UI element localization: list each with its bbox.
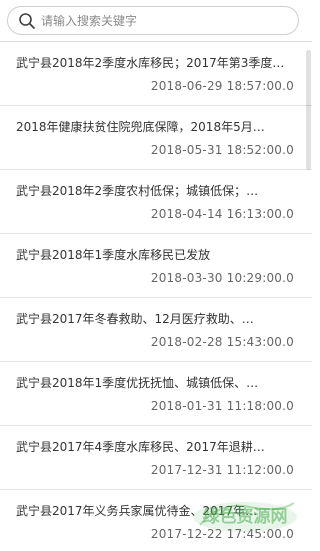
search-input[interactable] xyxy=(41,11,291,31)
scrollbar[interactable] xyxy=(304,42,312,551)
list-item[interactable]: 武宁县2018年1季度水库移民已发放 2018-03-30 10:29:00.0 xyxy=(0,234,312,298)
list-item[interactable]: 武宁县2018年2季度农村低保；城镇低保；… 2018-04-14 16:13:… xyxy=(0,170,312,234)
news-title: 武宁县2018年1季度优抚抚恤、城镇低保、… xyxy=(16,376,259,390)
news-title: 武宁县2017年义务兵家属优待金、2017年… xyxy=(16,504,258,518)
news-date: 2017-12-22 17:45:00.0 xyxy=(150,527,294,541)
list-item[interactable]: 武宁县2017年义务兵家属优待金、2017年… 2017-12-22 17:45… xyxy=(0,490,312,551)
news-title: 武宁县2018年2季度农村低保；城镇低保；… xyxy=(16,184,259,198)
news-date: 2018-03-30 10:29:00.0 xyxy=(150,271,294,285)
news-date: 2018-05-31 18:52:00.0 xyxy=(150,143,294,157)
search-icon xyxy=(19,13,35,29)
news-date: 2018-01-31 11:18:00.0 xyxy=(150,399,294,413)
news-list: 武宁县2018年2季度水库移民；2017年第3季度… 2018-06-29 18… xyxy=(0,42,312,551)
news-title: 武宁县2017年4季度水库移民、2017年退耕… xyxy=(16,440,265,454)
news-date: 2018-06-29 18:57:00.0 xyxy=(150,79,294,93)
search-box[interactable] xyxy=(7,6,299,35)
news-title: 武宁县2018年2季度水库移民；2017年第3季度… xyxy=(16,56,285,70)
news-date: 2018-02-28 15:43:00.0 xyxy=(150,335,294,349)
news-title: 武宁县2018年1季度水库移民已发放 xyxy=(16,248,211,262)
news-date: 2018-04-14 16:13:00.0 xyxy=(150,207,294,221)
list-item[interactable]: 武宁县2018年2季度水库移民；2017年第3季度… 2018-06-29 18… xyxy=(0,42,312,106)
news-date: 2017-12-31 11:12:00.0 xyxy=(150,463,294,477)
search-bar xyxy=(0,0,312,42)
list-item[interactable]: 2018年健康扶贫住院兜底保障，2018年5月… 2018-05-31 18:5… xyxy=(0,106,312,170)
list-item[interactable]: 武宁县2017年4季度水库移民、2017年退耕… 2017-12-31 11:1… xyxy=(0,426,312,490)
scrollbar-thumb[interactable] xyxy=(306,50,311,170)
list-item[interactable]: 武宁县2017年冬春救助、12月医疗救助、… 2018-02-28 15:43:… xyxy=(0,298,312,362)
news-title: 武宁县2017年冬春救助、12月医疗救助、… xyxy=(16,312,254,326)
news-title: 2018年健康扶贫住院兜底保障，2018年5月… xyxy=(16,120,265,134)
list-item[interactable]: 武宁县2018年1季度优抚抚恤、城镇低保、… 2018-01-31 11:18:… xyxy=(0,362,312,426)
